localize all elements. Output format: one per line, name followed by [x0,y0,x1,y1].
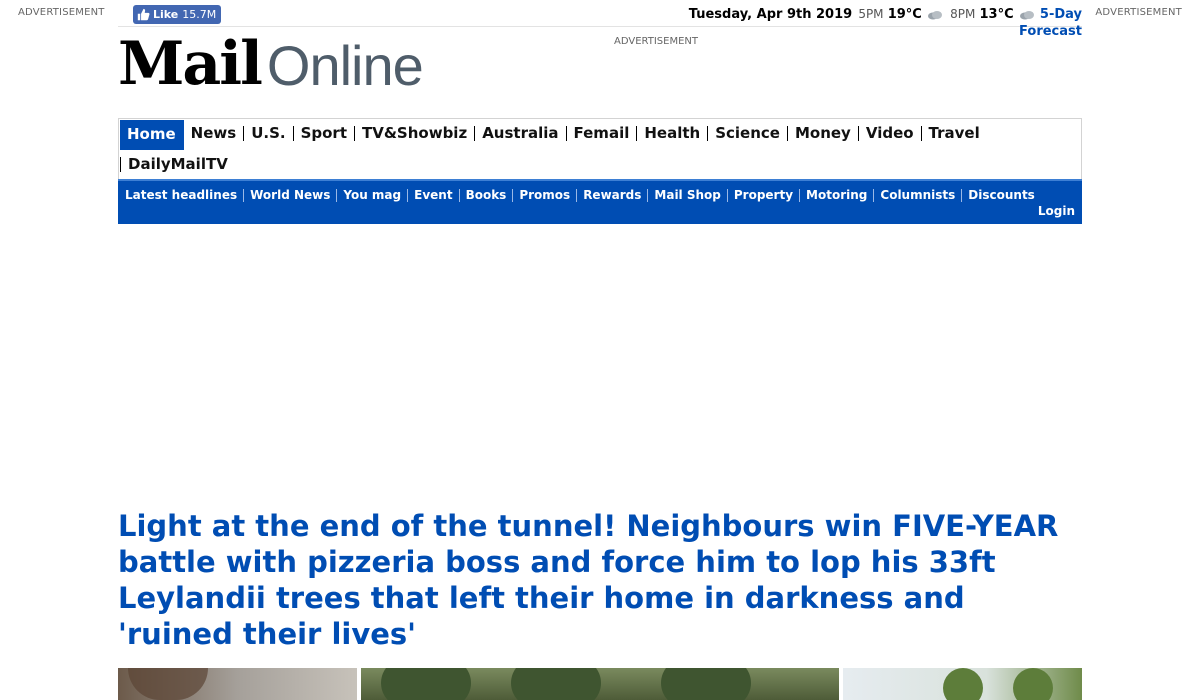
subnav-columnists[interactable]: Columnists [873,189,961,202]
article-image-strip [118,668,1082,700]
weather-temp-1: 19°C [887,7,922,22]
nav-item-femail[interactable]: Femail [565,126,637,141]
subnav-latest-headlines[interactable]: Latest headlines [120,189,243,202]
facebook-like-count: 15.7M [182,8,217,21]
subnav-mail-shop[interactable]: Mail Shop [647,189,726,202]
nav-item-dailymailtv[interactable]: DailyMailTV [120,157,235,172]
nav-item-news[interactable]: News [184,126,244,141]
facebook-like-button[interactable]: Like 15.7M [133,5,222,24]
secondary-navigation: Latest headlines World News You mag Even… [118,179,1082,224]
top-bar: Like 15.7M Tuesday, Apr 9th 2019 5PM 19°… [118,0,1082,27]
thumbs-up-icon [137,8,150,21]
article-headline[interactable]: Light at the end of the tunnel! Neighbou… [118,508,1082,652]
primary-nav-row: Home News U.S. Sport TV&Showbiz Australi… [119,119,1081,150]
advertisement-label-left: ADVERTISEMENT [18,7,105,18]
subnav-you-mag[interactable]: You mag [336,189,407,202]
advertisement-label-header: ADVERTISEMENT [614,36,699,47]
primary-nav-row-2: DailyMailTV [119,150,235,179]
logo-mail: Mail [118,29,263,99]
article-image-3[interactable] [843,668,1082,700]
subnav-motoring[interactable]: Motoring [799,189,873,202]
weather-temp-2: 13°C [979,7,1014,22]
cloud-icon [1019,10,1034,19]
weather-time-1: 5PM [858,7,884,21]
nav-item-video[interactable]: Video [857,126,921,141]
secondary-nav-links: Latest headlines World News You mag Even… [118,181,1082,202]
weather-time-2: 8PM [950,7,976,21]
nav-item-home[interactable]: Home [120,119,184,150]
nav-item-tvshowbiz[interactable]: TV&Showbiz [354,126,474,141]
subnav-rewards[interactable]: Rewards [576,189,647,202]
subnav-property[interactable]: Property [726,189,799,202]
article-image-2[interactable] [361,668,839,700]
nav-item-us[interactable]: U.S. [243,126,292,141]
logo-online: Online [266,34,424,97]
article-image-1[interactable] [118,668,357,700]
subnav-books[interactable]: Books [458,189,513,202]
primary-navigation: Home News U.S. Sport TV&Showbiz Australi… [118,118,1082,179]
forecast-link-continued[interactable]: Forecast [1019,24,1082,39]
cloud-icon [927,10,942,19]
nav-item-australia[interactable]: Australia [474,126,565,141]
mailonline-logo[interactable]: Mail Online [118,29,424,99]
advertisement-label-right: ADVERTISEMENT [1095,7,1182,18]
nav-item-money[interactable]: Money [786,126,858,141]
login-link[interactable]: Login [1038,204,1075,218]
subnav-promos[interactable]: Promos [512,189,576,202]
nav-item-science[interactable]: Science [707,126,787,141]
facebook-like-label: Like [153,8,179,21]
forecast-link[interactable]: 5-Day [1040,7,1082,22]
nav-item-health[interactable]: Health [636,126,707,141]
weather-widget: Tuesday, Apr 9th 2019 5PM 19°C 8PM 13°C … [689,7,1082,22]
nav-item-sport[interactable]: Sport [292,126,354,141]
subnav-event[interactable]: Event [407,189,458,202]
subnav-discounts[interactable]: Discounts [961,189,1041,202]
subnav-world-news[interactable]: World News [243,189,336,202]
weather-date: Tuesday, Apr 9th 2019 [688,7,853,22]
nav-item-travel[interactable]: Travel [920,126,987,141]
